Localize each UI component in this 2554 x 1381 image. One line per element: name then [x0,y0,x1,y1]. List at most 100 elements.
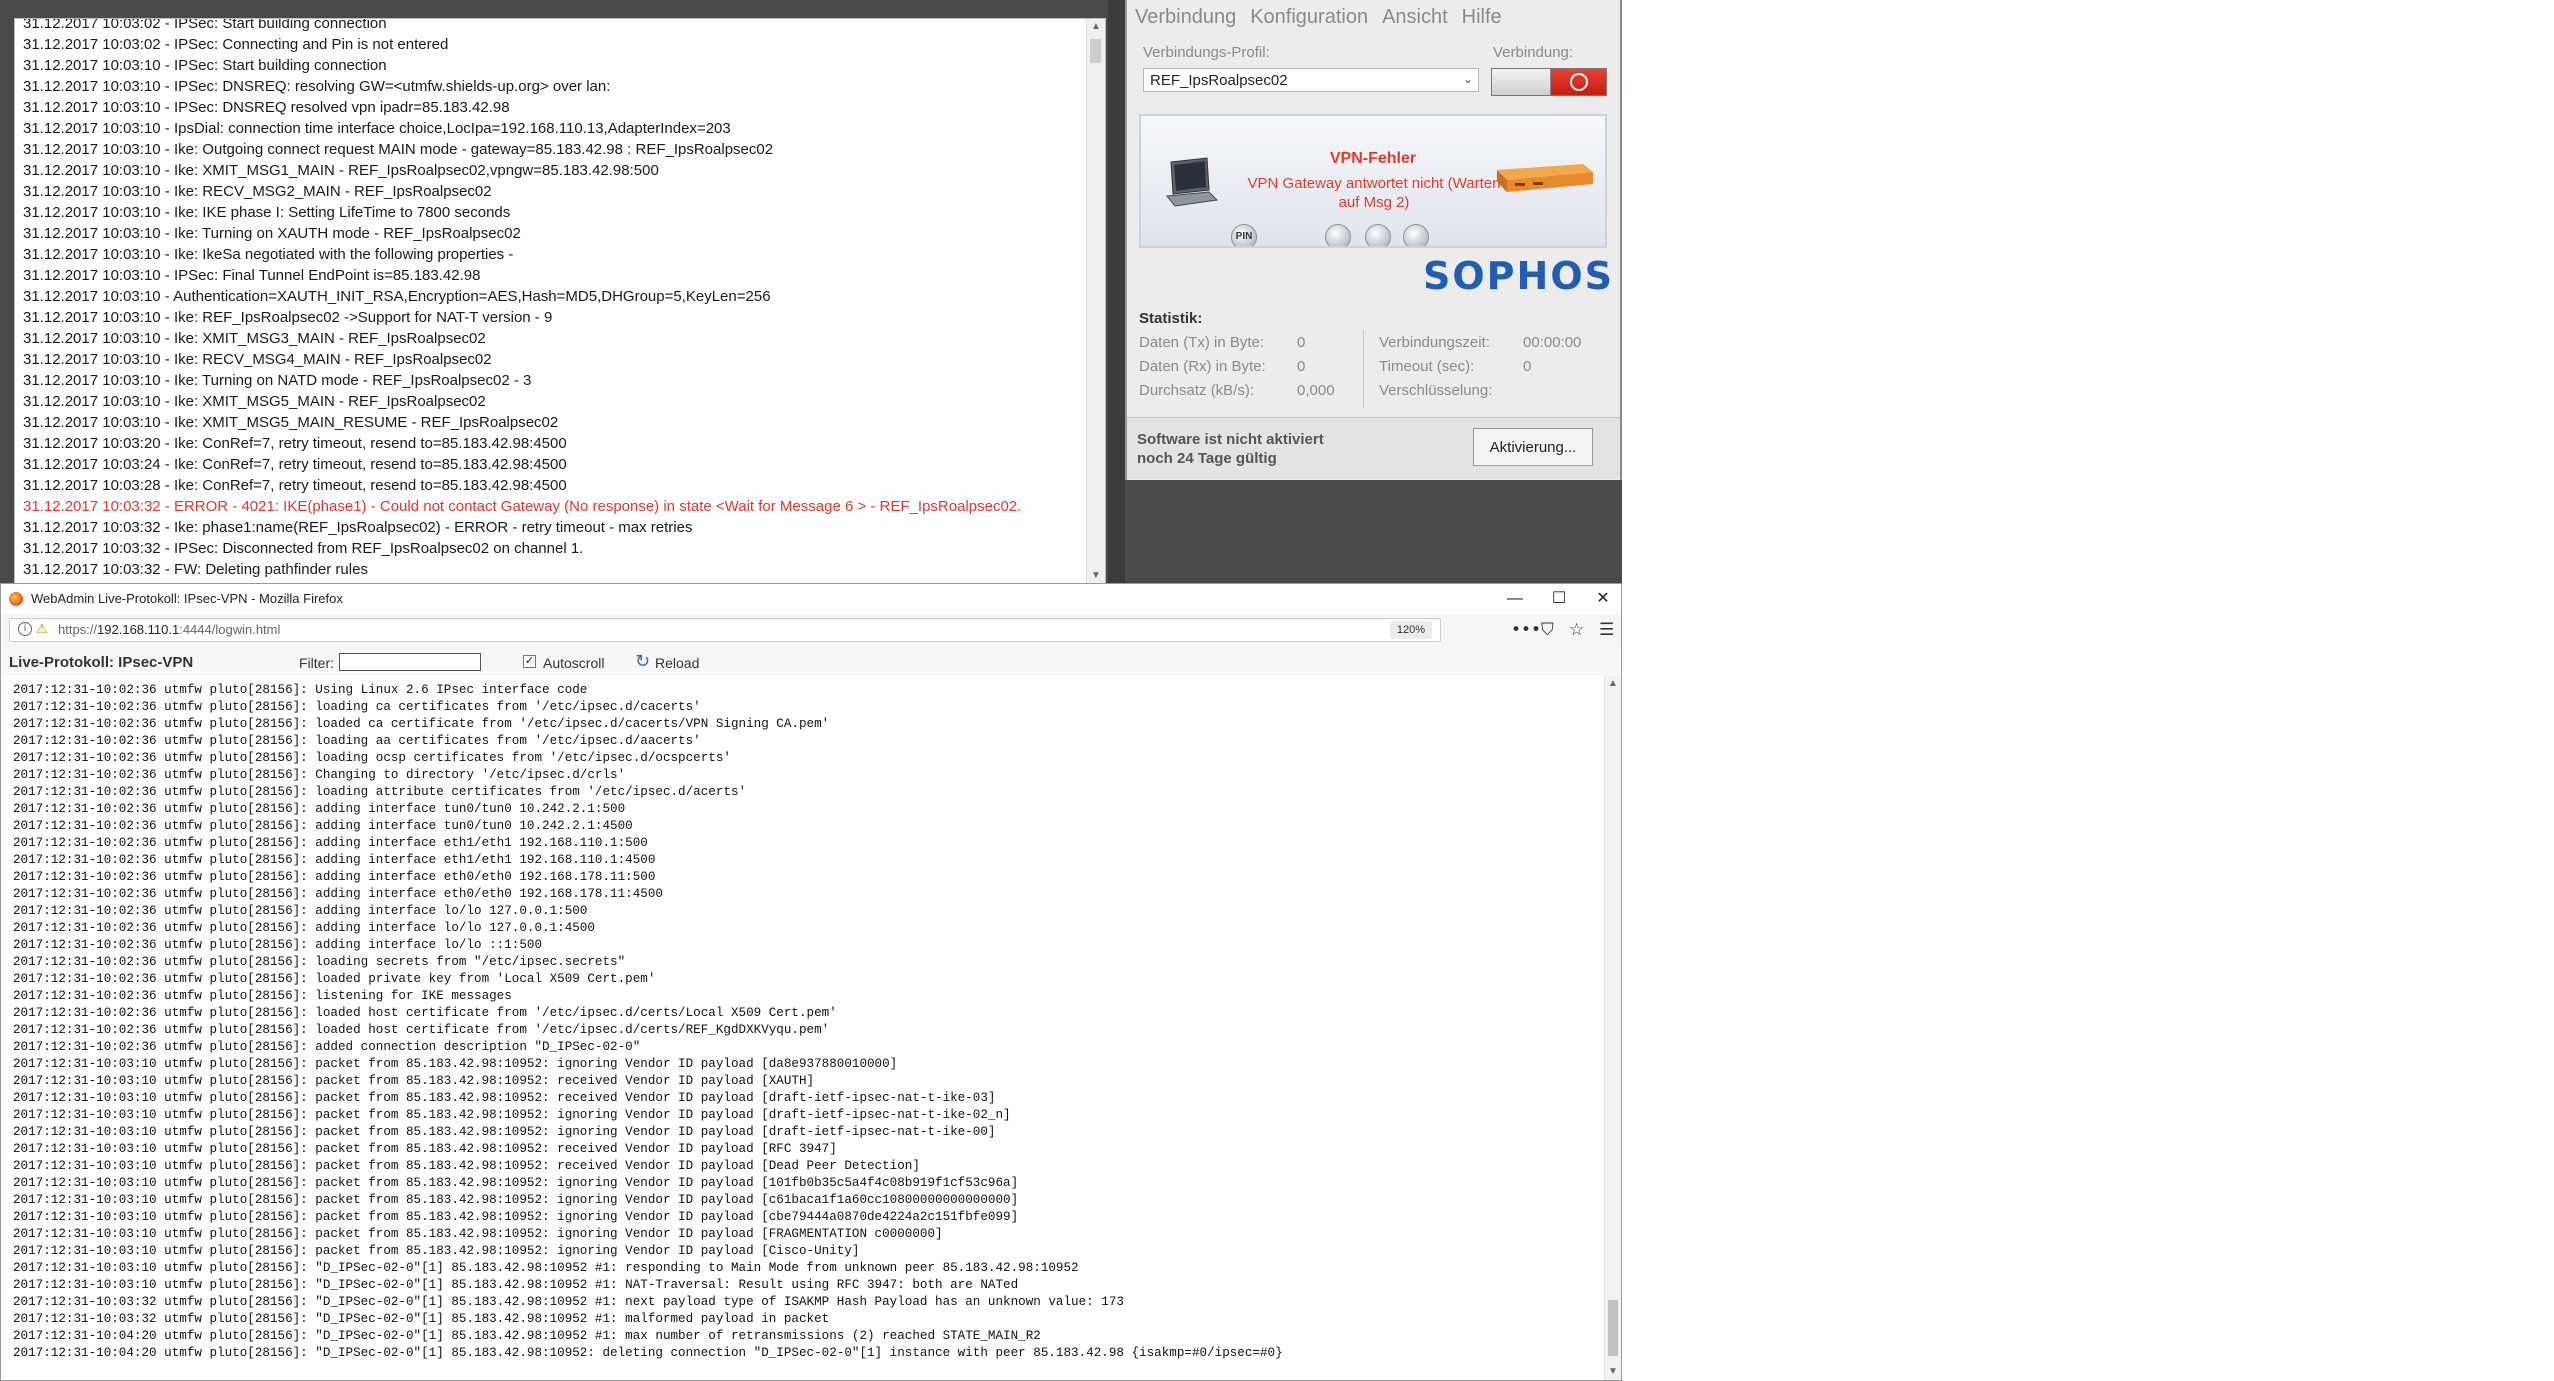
live-log-lines: 2017:12:31-10:02:36 utmfw pluto[28156]: … [13,682,1601,1362]
warning-lock-icon[interactable]: ⚠ [36,621,48,637]
live-log-line: 2017:12:31-10:02:36 utmfw pluto[28156]: … [13,921,595,935]
log-line: 31.12.2017 10:03:10 - Ike: Turning on NA… [23,372,532,389]
stat-time-label: Verbindungszeit: [1379,334,1490,351]
client-log-scroll-thumb[interactable] [1090,39,1101,63]
window-title: WebAdmin Live-Protokoll: IPsec-VPN - Moz… [31,591,343,606]
live-log-line: 2017:12:31-10:02:36 utmfw pluto[28156]: … [13,802,626,816]
live-log-line: 2017:12:31-10:02:36 utmfw pluto[28156]: … [13,989,512,1003]
live-log-line: 2017:12:31-10:03:32 utmfw pluto[28156]: … [13,1295,1124,1309]
url-bar[interactable]: i ⚠ https://192.168.110.1:4444/logwin.ht… [9,618,1441,642]
client-log-lines: 31.12.2017 10:03:02 - IPSec: Start build… [23,19,1077,584]
live-log-line: 2017:12:31-10:02:36 utmfw pluto[28156]: … [13,1006,837,1020]
stat-rx-value: 0 [1297,358,1306,375]
filter-input[interactable] [339,653,481,671]
live-log-line: 2017:12:31-10:02:36 utmfw pluto[28156]: … [13,887,663,901]
live-log-line: 2017:12:31-10:02:36 utmfw pluto[28156]: … [13,870,656,884]
menu-konfiguration[interactable]: Konfiguration [1250,6,1368,32]
log-line: 31.12.2017 10:03:10 - Ike: RECV_MSG2_MAI… [23,183,492,200]
live-log-line: 2017:12:31-10:03:10 utmfw pluto[28156]: … [13,1176,1019,1190]
live-log-scroll-thumb[interactable] [1608,1300,1618,1356]
log-line: 31.12.2017 10:03:10 - Ike: IkeSa negotia… [23,246,514,263]
live-log-line: 2017:12:31-10:03:10 utmfw pluto[28156]: … [13,1091,996,1105]
client-log-pane[interactable]: 31.12.2017 10:03:02 - IPSec: Start build… [14,18,1106,585]
toggle-off-segment [1492,69,1551,95]
stat-throughput-value: 0,000 [1297,382,1335,399]
client-log-scrollbar[interactable]: ▲ ▼ [1086,19,1105,584]
live-log-scrollbar[interactable]: ▲ ▼ [1604,676,1621,1380]
live-log-line: 2017:12:31-10:03:10 utmfw pluto[28156]: … [13,1159,920,1173]
log-line: 31.12.2017 10:03:10 - Ike: XMIT_MSG3_MAI… [23,330,486,347]
scroll-down-icon[interactable]: ▼ [1605,1364,1621,1380]
minimize-icon[interactable]: — [1493,586,1537,612]
firefox-navbar: i ⚠ https://192.168.110.1:4444/logwin.ht… [1,614,1621,649]
live-log-line: 2017:12:31-10:02:36 utmfw pluto[28156]: … [13,836,648,850]
firefox-icon [9,592,23,606]
hamburger-menu-icon[interactable]: ☰ [1599,620,1614,640]
live-log-line: 2017:12:31-10:04:20 utmfw pluto[28156]: … [13,1329,1041,1343]
menu-hilfe[interactable]: Hilfe [1462,6,1502,32]
log-line: 31.12.2017 10:03:10 - Ike: XMIT_MSG1_MAI… [23,162,659,179]
log-line: 31.12.2017 10:03:10 - Ike: REF_IpsRoalps… [23,309,553,326]
chevron-down-icon: ⌄ [1462,72,1473,86]
log-line: 31.12.2017 10:03:32 - FW: Deleting pathf… [23,561,368,578]
toggle-power-segment [1551,69,1606,95]
live-log-line: 2017:12:31-10:03:10 utmfw pluto[28156]: … [13,1074,815,1088]
maximize-icon[interactable]: ☐ [1537,586,1581,612]
sophos-client-panel: Verbindung Konfiguration Ansicht Hilfe V… [1125,0,1622,480]
power-icon [1569,73,1588,91]
stat-tx-value: 0 [1297,334,1306,351]
live-log-line: 2017:12:31-10:03:10 utmfw pluto[28156]: … [13,1278,1019,1292]
close-icon[interactable]: ✕ [1581,586,1625,612]
desktop-background [1125,480,1622,583]
stats-divider [1363,330,1364,408]
log-line: 31.12.2017 10:03:28 - Ike: ConRef=7, ret… [23,477,567,494]
log-line: 31.12.2017 10:03:10 - Ike: RECV_MSG4_MAI… [23,351,492,368]
url-text[interactable]: https://192.168.110.1:4444/logwin.html [58,622,280,637]
live-log-content[interactable]: 2017:12:31-10:02:36 utmfw pluto[28156]: … [1,676,1621,1380]
log-line: 31.12.2017 10:03:10 - IPSec: DNSREQ: res… [23,78,611,95]
zoom-level-badge[interactable]: 120% [1389,621,1432,639]
log-line: 31.12.2017 10:03:32 - ERROR - 4021: IKE(… [23,498,1022,515]
live-log-line: 2017:12:31-10:04:20 utmfw pluto[28156]: … [13,1346,1283,1360]
pin-icon: PIN [1231,224,1257,246]
live-log-line: 2017:12:31-10:03:10 utmfw pluto[28156]: … [13,1261,1079,1275]
live-log-line: 2017:12:31-10:02:36 utmfw pluto[28156]: … [13,938,543,952]
pocket-icon[interactable]: ⛉ [1541,620,1554,640]
profile-label: Verbindungs-Profil: [1143,44,1270,61]
live-log-line: 2017:12:31-10:03:10 utmfw pluto[28156]: … [13,1142,837,1156]
connection-toggle[interactable] [1491,68,1607,96]
activation-bar: Software ist nicht aktiviert noch 24 Tag… [1127,417,1620,479]
log-line: 31.12.2017 10:03:32 - IPSec: Disconnecte… [23,540,584,557]
menu-verbindung[interactable]: Verbindung [1135,6,1236,32]
profile-select[interactable]: REF_IpsRoalpsec02 ⌄ [1143,68,1479,92]
firefox-titlebar: WebAdmin Live-Protokoll: IPsec-VPN - Moz… [1,584,1621,615]
log-toolbar: Live-Protokoll: IPsec-VPN Filter: ✓ Auto… [1,648,1621,677]
scroll-up-icon[interactable]: ▲ [1605,676,1621,692]
bookmark-star-icon[interactable]: ☆ [1569,620,1584,640]
reload-icon[interactable]: ↻ [635,651,650,672]
info-icon[interactable]: i [18,622,32,636]
autoscroll-checkbox[interactable]: ✓ [523,655,536,668]
scroll-up-icon[interactable]: ▲ [1087,19,1105,35]
settings-gear-icon [1365,224,1391,246]
autoscroll-label[interactable]: Autoscroll [543,655,604,671]
live-log-line: 2017:12:31-10:03:10 utmfw pluto[28156]: … [13,1057,898,1071]
scroll-down-icon[interactable]: ▼ [1087,568,1105,584]
window-edge [1108,0,1125,583]
menu-ansicht[interactable]: Ansicht [1382,6,1448,32]
live-log-line: 2017:12:31-10:02:36 utmfw pluto[28156]: … [13,683,588,697]
more-actions-icon[interactable]: ••• [1511,620,1541,640]
stat-throughput-label: Durchsatz (kB/s): [1139,382,1255,399]
live-log-line: 2017:12:31-10:02:36 utmfw pluto[28156]: … [13,1040,641,1054]
activation-line-1: Software ist nicht aktiviert [1137,431,1324,448]
stat-time-value: 00:00:00 [1523,334,1582,351]
stats-title: Statistik: [1139,310,1203,327]
reload-link[interactable]: Reload [655,655,699,671]
log-line: 31.12.2017 10:03:10 - Ike: XMIT_MSG5_MAI… [23,414,559,431]
log-line: 31.12.2017 10:03:10 - IPSec: Final Tunne… [23,267,481,284]
activation-button[interactable]: Aktivierung... [1473,428,1593,466]
live-log-line: 2017:12:31-10:02:36 utmfw pluto[28156]: … [13,853,656,867]
live-log-line: 2017:12:31-10:02:36 utmfw pluto[28156]: … [13,700,701,714]
log-line: 31.12.2017 10:03:24 - Ike: ConRef=7, ret… [23,456,567,473]
activation-text: Software ist nicht aktiviert noch 24 Tag… [1137,430,1324,468]
